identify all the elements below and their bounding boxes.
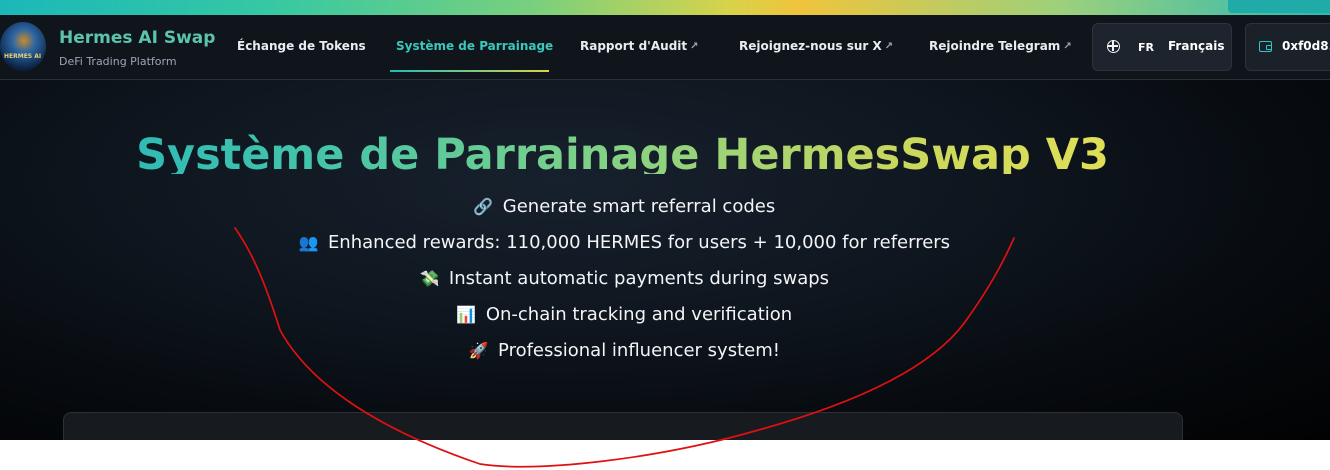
nav-label: Échange de Tokens bbox=[237, 39, 366, 53]
wallet-button[interactable]: 0xf0d8... bbox=[1245, 23, 1330, 71]
feature-line: 🚀 Professional influencer system! bbox=[0, 340, 1248, 361]
money-emoji-icon: 💸 bbox=[419, 269, 440, 288]
brand-subtitle: DeFi Trading Platform bbox=[59, 55, 177, 68]
white-lower-area bbox=[0, 440, 1330, 470]
feature-line: 📊 On-chain tracking and verification bbox=[0, 304, 1248, 325]
nav-label: Rejoindre Telegram bbox=[929, 39, 1061, 53]
link-emoji-icon: 🔗 bbox=[473, 197, 494, 216]
navigation-bar: HERMES AI Hermes AI Swap DeFi Trading Pl… bbox=[0, 15, 1330, 80]
nav-label: Système de Parrainage bbox=[396, 39, 554, 53]
nav-item-audit-report[interactable]: Rapport d'Audit ↗ bbox=[580, 39, 699, 57]
language-name: Français bbox=[1168, 39, 1225, 53]
feature-text: Enhanced rewards: 110,000 HERMES for use… bbox=[327, 232, 951, 253]
brand-title[interactable]: Hermes AI Swap bbox=[59, 28, 215, 48]
feature-text: Instant automatic payments during swaps bbox=[448, 268, 830, 289]
feature-text: Professional influencer system! bbox=[498, 340, 780, 361]
external-link-icon: ↗ bbox=[1063, 41, 1072, 52]
globe-icon bbox=[1107, 40, 1120, 53]
hermes-logo[interactable]: HERMES AI bbox=[0, 22, 46, 71]
external-link-icon: ↗ bbox=[884, 41, 894, 52]
feature-line: 👥 Enhanced rewards: 110,000 HERMES for us… bbox=[0, 232, 1248, 253]
nav-item-join-telegram[interactable]: Rejoindre Telegram ↗ bbox=[929, 39, 1072, 57]
feature-line: 💸 Instant automatic payments during swaps bbox=[0, 268, 1248, 289]
chart-emoji-icon: 📊 bbox=[456, 305, 477, 324]
nav-label: Rejoignez-nous sur X bbox=[739, 39, 882, 53]
nav-item-join-x[interactable]: Rejoignez-nous sur X ↗ bbox=[739, 39, 893, 57]
users-emoji-icon: 👥 bbox=[298, 233, 319, 252]
app-screen: HERMES AI Hermes AI Swap DeFi Trading Pl… bbox=[0, 0, 1330, 470]
language-selector[interactable]: FR Français bbox=[1092, 23, 1232, 71]
language-code: FR bbox=[1138, 41, 1154, 54]
wallet-address: 0xf0d8... bbox=[1282, 39, 1330, 53]
logo-text: HERMES AI bbox=[4, 53, 42, 60]
feature-line: 🔗 Generate smart referral codes bbox=[0, 196, 1248, 217]
nav-item-token-exchange[interactable]: Échange de Tokens bbox=[237, 39, 366, 57]
referral-card bbox=[63, 412, 1183, 440]
active-tab-underline bbox=[390, 70, 549, 72]
referral-hero-section: Système de Parrainage HermesSwap V3 🔗 Gen… bbox=[0, 80, 1330, 440]
top-strip-tab bbox=[1228, 0, 1330, 13]
rocket-emoji-icon: 🚀 bbox=[468, 341, 489, 360]
top-gradient-strip bbox=[0, 0, 1330, 15]
nav-item-referral-system[interactable]: Système de Parrainage bbox=[396, 39, 553, 57]
external-link-icon: ↗ bbox=[690, 41, 699, 52]
nav-label: Rapport d'Audit bbox=[580, 39, 688, 53]
feature-text: Generate smart referral codes bbox=[502, 196, 776, 217]
page-title: Système de Parrainage HermesSwap V3 bbox=[0, 129, 1245, 174]
wallet-icon bbox=[1259, 41, 1272, 52]
feature-text: On-chain tracking and verification bbox=[485, 304, 793, 325]
